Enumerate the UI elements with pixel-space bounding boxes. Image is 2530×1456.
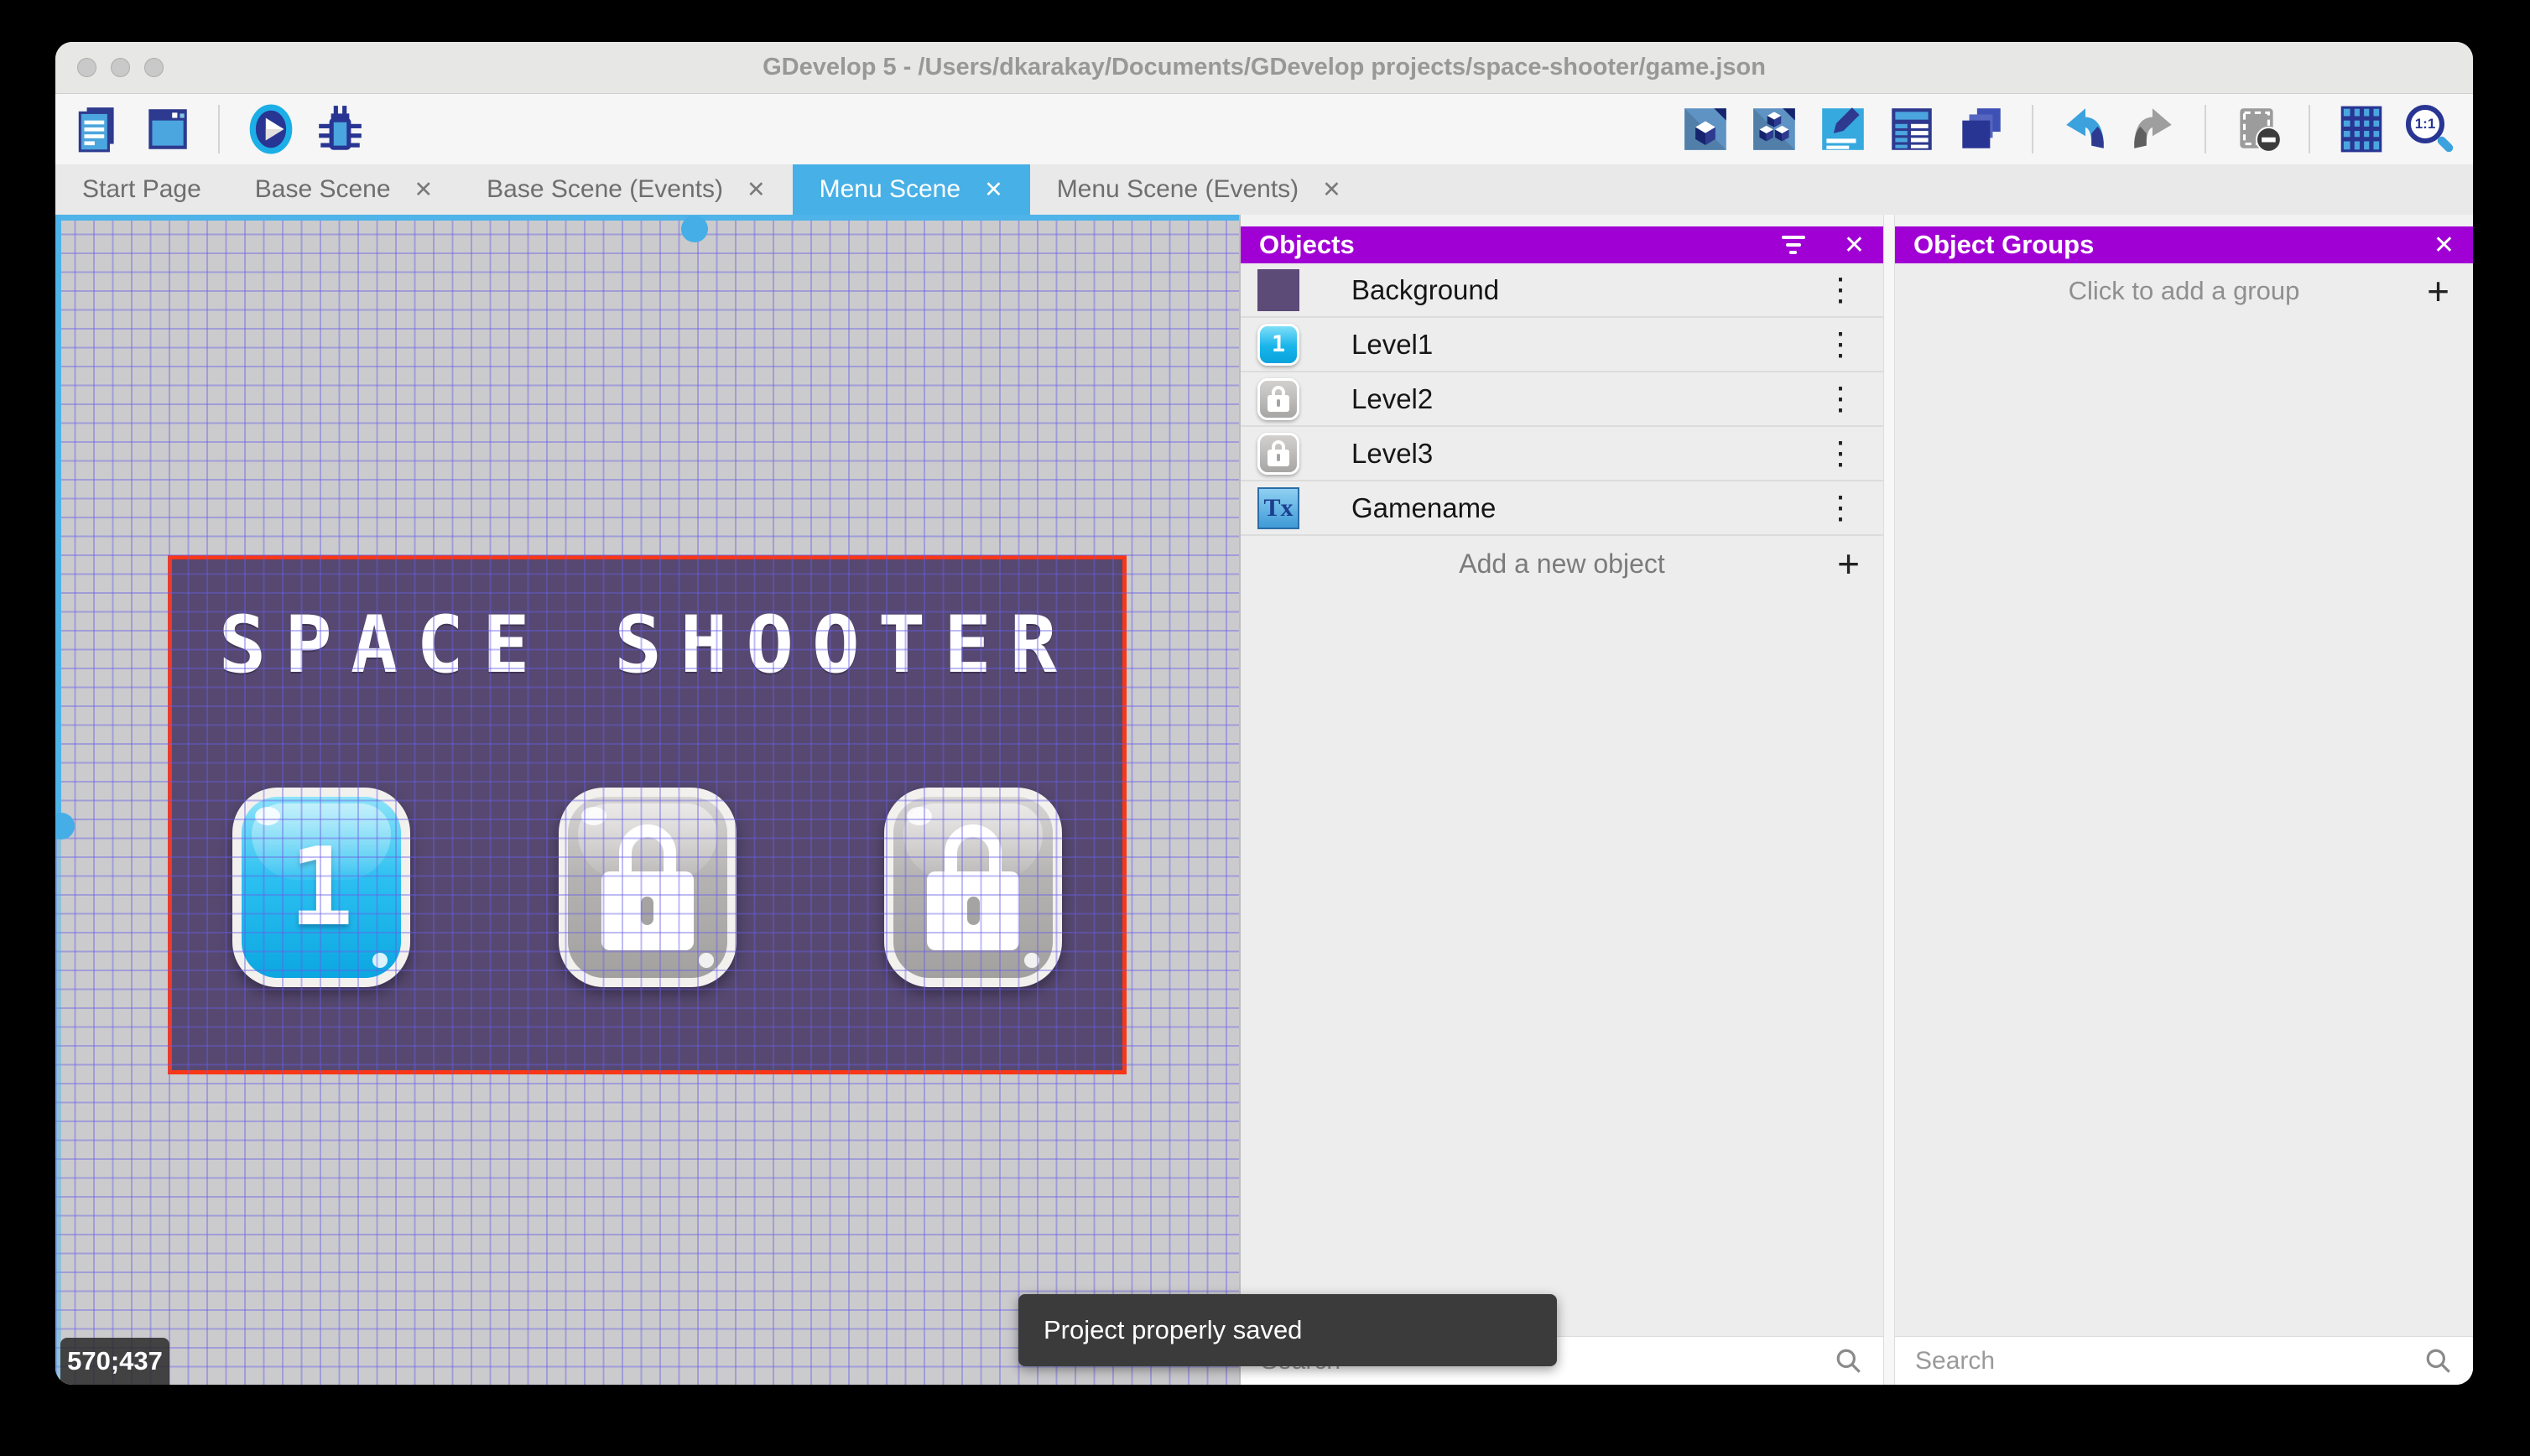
lock-icon [601, 824, 694, 950]
edit-scene-properties-icon[interactable] [1817, 103, 1869, 155]
object-row-level1[interactable]: 1 Level1 ⋮ [1241, 318, 1883, 372]
close-panel-icon[interactable]: ✕ [2434, 231, 2455, 260]
toolbar-divider [2032, 105, 2033, 153]
scene-editor-icon[interactable] [141, 103, 193, 155]
objects-panel-title: Objects [1259, 230, 1355, 260]
close-window-button[interactable] [77, 58, 96, 77]
scene-canvas[interactable]: SPACE SHOOTER 1 [55, 215, 1239, 1385]
object-row-gamename[interactable]: Tx Gamename ⋮ [1241, 481, 1883, 536]
filter-icon[interactable] [1782, 236, 1805, 254]
scene-instance-background[interactable]: SPACE SHOOTER 1 [168, 555, 1127, 1074]
objects-list-icon[interactable] [1748, 103, 1800, 155]
groups-search-row [1895, 1336, 2473, 1385]
title-bar: GDevelop 5 - /Users/dkarakay/Documents/G… [55, 42, 2473, 94]
horizontal-scrollbar-thumb[interactable] [681, 216, 708, 242]
search-icon [2424, 1347, 2453, 1375]
object-menu-icon[interactable]: ⋮ [1813, 492, 1868, 524]
window-title: GDevelop 5 - /Users/dkarakay/Documents/G… [763, 54, 1766, 81]
plus-icon: + [1837, 541, 1860, 586]
close-tab-icon[interactable]: ✕ [1322, 177, 1341, 203]
editor-tabs: Start Page Base Scene ✕ Base Scene (Even… [55, 164, 2473, 215]
level1-object-icon: 1 [1257, 324, 1299, 366]
object-groups-panel: Object Groups ✕ Click to add a group + [1895, 215, 2473, 1385]
objects-panel: Objects ✕ Background ⋮ 1 Level1 ⋮ [1241, 215, 1883, 1385]
toolbar-left [72, 103, 366, 155]
project-manager-icon[interactable] [72, 103, 124, 155]
add-new-object-button[interactable]: Add a new object + [1241, 536, 1883, 591]
traffic-lights [77, 42, 164, 93]
minimize-window-button[interactable] [111, 58, 130, 77]
level1-button-instance[interactable]: 1 [232, 788, 410, 987]
toolbar-divider [2309, 105, 2310, 153]
tab-base-scene-events[interactable]: Base Scene (Events) ✕ [460, 164, 792, 215]
tab-base-scene[interactable]: Base Scene ✕ [228, 164, 460, 215]
hide-instances-mask-icon[interactable] [2231, 103, 2283, 155]
lock-icon [927, 824, 1019, 950]
close-tab-icon[interactable]: ✕ [984, 177, 1003, 203]
zoom-1to1-icon[interactable]: 1:1 [2404, 103, 2456, 155]
gdevelop-window: GDevelop 5 - /Users/dkarakay/Documents/G… [55, 42, 2473, 1385]
scene-game-title[interactable]: SPACE SHOOTER [172, 600, 1122, 691]
toast-message: Project properly saved [1044, 1315, 1302, 1345]
tab-start-page[interactable]: Start Page [55, 164, 228, 215]
panel-divider [1883, 215, 1895, 1385]
object-row-level2[interactable]: Level2 ⋮ [1241, 372, 1883, 427]
grid-icon[interactable] [2335, 103, 2387, 155]
close-panel-icon[interactable]: ✕ [1844, 231, 1865, 260]
object-menu-icon[interactable]: ⋮ [1813, 383, 1868, 415]
main-toolbar: 1:1 [55, 94, 2473, 164]
layers-icon[interactable] [1955, 103, 2007, 155]
undo-icon[interactable] [2059, 103, 2111, 155]
tab-menu-scene[interactable]: Menu Scene ✕ [793, 164, 1030, 215]
vertical-scrollbar-thumb[interactable] [55, 813, 75, 840]
close-tab-icon[interactable]: ✕ [414, 177, 434, 203]
add-group-button[interactable]: Click to add a group + [1895, 263, 2473, 318]
level-buttons-row: 1 [172, 788, 1122, 987]
object-row-level3[interactable]: Level3 ⋮ [1241, 427, 1883, 481]
groups-list: Click to add a group + [1895, 263, 2473, 1336]
toolbar-divider [2205, 105, 2206, 153]
redo-icon[interactable] [2127, 103, 2179, 155]
level2-button-instance[interactable] [559, 788, 737, 987]
tab-menu-scene-events[interactable]: Menu Scene (Events) ✕ [1030, 164, 1368, 215]
add-object-icon[interactable] [1679, 103, 1731, 155]
plus-icon: + [2427, 268, 2449, 314]
horizontal-scrollbar[interactable] [55, 215, 1239, 221]
zoom-ratio-label: 1:1 [2415, 116, 2436, 133]
toolbar-divider [218, 105, 220, 153]
object-row-background[interactable]: Background ⋮ [1241, 263, 1883, 318]
debug-icon[interactable] [314, 103, 366, 155]
properties-list-icon[interactable] [1886, 103, 1938, 155]
object-groups-header: Object Groups ✕ [1895, 226, 2473, 263]
locked-object-icon [1257, 378, 1299, 420]
objects-panel-header: Objects ✕ [1241, 226, 1883, 263]
objects-list: Background ⋮ 1 Level1 ⋮ Level2 ⋮ [1241, 263, 1883, 1336]
close-tab-icon[interactable]: ✕ [747, 177, 766, 203]
object-groups-title: Object Groups [1913, 230, 2094, 260]
toolbar-right: 1:1 [1679, 103, 2456, 155]
locked-object-icon [1257, 433, 1299, 475]
object-menu-icon[interactable]: ⋮ [1813, 438, 1868, 470]
search-icon [1835, 1347, 1863, 1375]
object-menu-icon[interactable]: ⋮ [1813, 274, 1868, 306]
groups-search-input[interactable] [1915, 1347, 2424, 1375]
text-object-icon: Tx [1257, 487, 1299, 529]
play-icon[interactable] [245, 103, 297, 155]
zoom-window-button[interactable] [144, 58, 164, 77]
save-toast: Project properly saved [1018, 1294, 1557, 1366]
object-menu-icon[interactable]: ⋮ [1813, 329, 1868, 361]
cursor-coordinates-badge: 570;437 [60, 1338, 169, 1385]
level3-button-instance[interactable] [884, 788, 1062, 987]
background-swatch-icon [1257, 269, 1299, 311]
